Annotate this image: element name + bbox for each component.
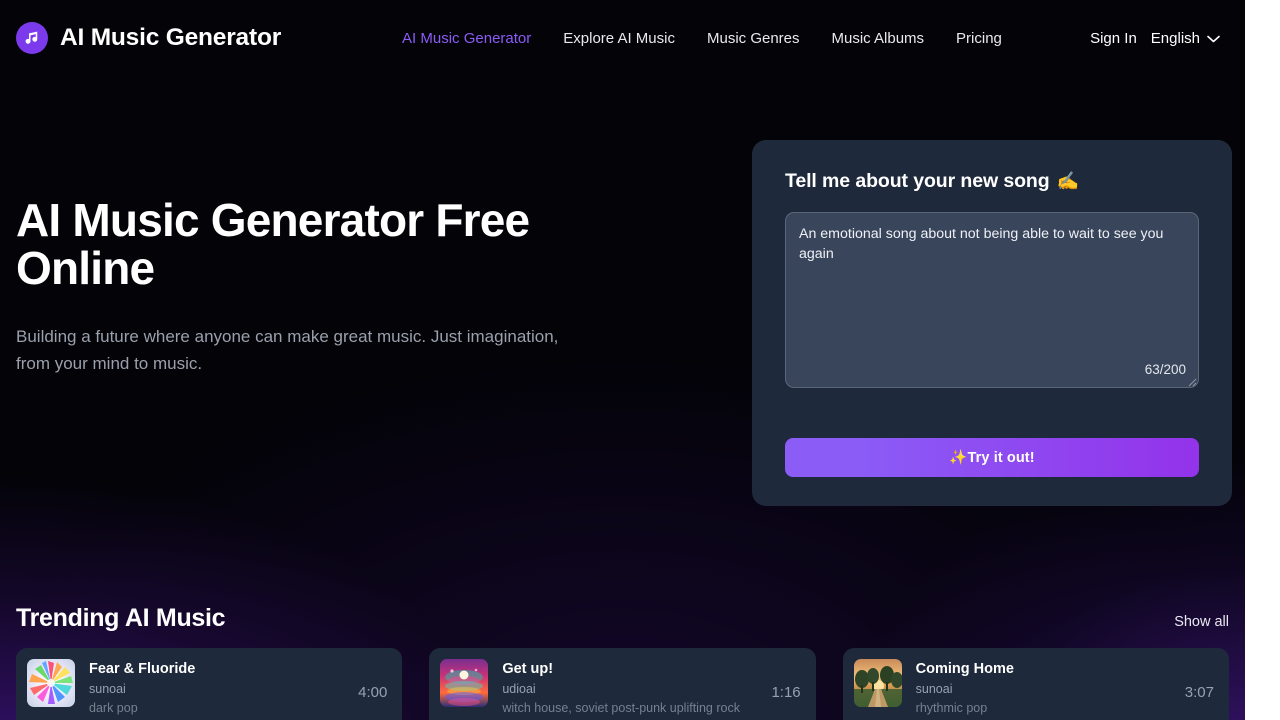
hero-section: AI Music Generator Free Online Building … [16,196,616,377]
track-duration: 4:00 [358,684,388,701]
track-artist: udioai [502,682,536,697]
nav-link-ai-music-generator[interactable]: AI Music Generator [386,24,547,53]
hero-subtitle: Building a future where anyone can make … [16,326,559,373]
track-duration: 1:16 [771,684,801,701]
nav-link-pricing[interactable]: Pricing [940,24,1018,53]
track-genre: rhythmic pop [915,701,988,716]
prompt-textarea[interactable] [785,212,1199,388]
sunset-road-artwork [853,659,902,707]
page-root: AI Music Generator AI Music Generator Ex… [0,0,1245,720]
prompt-card: Tell me about your new song ✍️ 63/200 ✨T… [752,140,1232,506]
track-title: Coming Home [915,661,1014,677]
track-title: Fear & Fluoride [89,661,196,677]
track-title: Get up! [502,661,554,677]
header-actions: Sign In English [1090,30,1229,47]
track-info: Fear & Fluoride sunoai dark pop [89,659,344,716]
brand-logo[interactable]: AI Music Generator [16,22,281,54]
sign-in-button[interactable]: Sign In [1090,30,1137,47]
language-selector[interactable]: English [1151,30,1220,47]
chevron-down-icon [1207,30,1220,47]
main-navigation: AI Music Generator Explore AI Music Musi… [386,24,1018,53]
trending-title: Trending AI Music [16,604,226,632]
nav-link-music-genres[interactable]: Music Genres [691,24,816,53]
prompt-heading: Tell me about your new song ✍️ [785,170,1199,193]
nav-link-music-albums[interactable]: Music Albums [816,24,941,53]
psychedelic-ripple-artwork [440,659,489,707]
show-all-link[interactable]: Show all [1174,614,1229,630]
track-info: Get up! udioai witch house, soviet post-… [502,659,757,716]
page-title: AI Music Generator Free Online [16,194,530,295]
trending-header: Trending AI Music Show all [16,604,1229,633]
track-duration: 3:07 [1184,684,1214,701]
track-card[interactable]: Coming Home sunoai rhythmic pop 3:07 [842,648,1229,720]
track-card[interactable]: Fear & Fluoride sunoai dark pop 4:00 [16,648,403,720]
track-genre: dark pop [89,701,138,716]
site-header: AI Music Generator AI Music Generator Ex… [0,0,1245,76]
language-label: English [1150,29,1200,47]
try-it-out-button[interactable]: ✨Try it out! [785,438,1199,477]
brand-name: AI Music Generator [60,24,282,51]
track-artist: sunoai [89,682,126,697]
writing-hand-icon: ✍️ [1056,171,1079,191]
track-artist: sunoai [915,682,953,697]
prompt-heading-text: Tell me about your new song [785,170,1050,192]
track-card[interactable]: Get up! udioai witch house, soviet post-… [429,648,816,720]
track-genre: witch house, soviet post-punk uplifting … [502,701,740,716]
nav-link-explore-ai-music[interactable]: Explore AI Music [547,24,691,53]
track-info: Coming Home sunoai rhythmic pop [916,659,1171,716]
trending-track-grid: Fear & Fluoride sunoai dark pop 4:00 Get… [16,648,1229,720]
prismatic-burst-artwork [27,659,75,707]
prompt-input-wrapper: 63/200 [785,212,1199,388]
music-note-icon [16,22,48,54]
